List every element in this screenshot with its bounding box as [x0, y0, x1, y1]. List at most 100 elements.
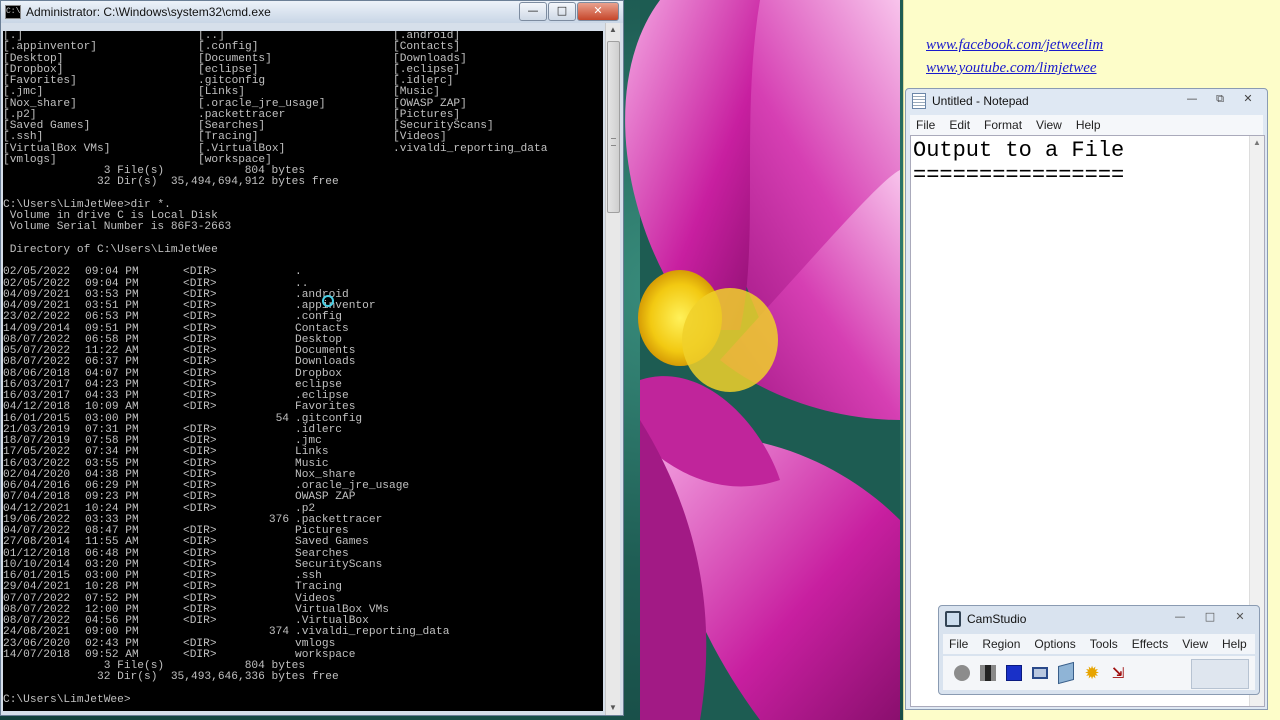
dir-entry-date: 27/08/2014 [3, 536, 71, 549]
scroll-down-arrow-icon[interactable]: ▼ [606, 701, 620, 715]
dir-entry-row: 02/05/2022 09:04 PM <DIR>. [3, 266, 603, 279]
cs-menu-options[interactable]: Options [1028, 637, 1083, 651]
dir-entry-name: Links [295, 446, 329, 459]
dir-entry-time: 10:28 PM [85, 581, 139, 594]
dir-entry-type: <DIR> [183, 581, 217, 594]
camstudio-minimize-button[interactable]: — [1169, 610, 1191, 624]
scroll-up-arrow-icon[interactable]: ▲ [606, 23, 620, 37]
console-output[interactable]: [.] [..] [.android] [.appinventor] [.config]… [3, 31, 603, 711]
dir-entry-date: 14/07/2018 [3, 648, 71, 661]
notepad-menubar: File Edit Format View Help [910, 115, 1263, 135]
minimize-button[interactable]: — [519, 2, 547, 21]
notepad-content[interactable]: Output to a File ================ [913, 138, 1124, 188]
camstudio-title: CamStudio [967, 612, 1027, 626]
camstudio-window[interactable]: CamStudio — □ ✕ File Region Options Tool… [938, 605, 1260, 695]
dir-entry-time: 09:23 PM [85, 491, 139, 504]
wide-listing-row: [.ssh] [Tracing] [Videos] [3, 131, 603, 144]
cs-menu-help[interactable]: Help [1216, 637, 1255, 651]
volume-info-line: Directory of C:\Users\LimJetWee [3, 243, 218, 256]
wide-listing-row: [.appinventor] [.config] [Contacts] [3, 41, 603, 53]
command-prompt: C:\Users\LimJetWee> [3, 693, 131, 706]
cs-menu-effects[interactable]: Effects [1126, 637, 1176, 651]
stop-icon[interactable] [1005, 664, 1023, 682]
cmd-titlebar[interactable]: C:\ Administrator: C:\Windows\system32\c… [1, 1, 623, 23]
scroll-thumb[interactable] [607, 41, 620, 213]
dir-entry-row: 29/04/2021 10:28 PM <DIR> Tracing [3, 581, 603, 594]
volume-info-line: Volume Serial Number is 86F3-2663 [3, 221, 232, 234]
dir-entry-type: <DIR> [183, 401, 217, 414]
menu-view[interactable]: View [1030, 118, 1070, 132]
notepad-scroll-up-icon[interactable]: ▲ [1250, 136, 1264, 150]
dir-entry-row: 27/08/2014 11:55 AM <DIR> Saved Games [3, 536, 603, 549]
mini-mode-icon[interactable]: ⇲ [1109, 664, 1127, 682]
wide-listing-row: [Desktop] [Documents] [Downloads] [3, 53, 603, 65]
record-icon[interactable] [953, 664, 971, 682]
dir-entry-size: 54 [275, 412, 290, 425]
menu-file[interactable]: File [910, 118, 943, 132]
camstudio-titlebar[interactable]: CamStudio — □ ✕ [939, 606, 1259, 632]
annotation-icon[interactable] [1057, 661, 1075, 685]
close-button[interactable]: ✕ [577, 2, 619, 21]
region-icon[interactable] [1031, 664, 1049, 682]
dir-entry-size: 374 [268, 626, 290, 639]
cs-menu-region[interactable]: Region [976, 637, 1028, 651]
pause-icon[interactable] [979, 664, 997, 682]
wide-listing-row: [VirtualBox VMs] [.VirtualBox] .vivaldi_re… [3, 142, 603, 155]
wide-listing-row: [Nox_share] [.oracle_jre_usage] [OWASP ZAP… [3, 98, 603, 110]
wide-listing-row: [Dropbox] [eclipse] [.eclipse] [3, 64, 603, 76]
menu-format[interactable]: Format [978, 118, 1030, 132]
dir-entry-type: <DIR> [183, 648, 217, 661]
dir-entry-time: 11:55 AM [85, 536, 139, 549]
maximize-button[interactable]: □ [548, 2, 576, 21]
camstudio-toolbar: ✹ ⇲ [943, 656, 1255, 690]
notepad-close-button[interactable]: ✕ [1237, 92, 1259, 106]
dir-entry-date: 23/02/2022 [3, 311, 71, 324]
wide-listing-cell: [Music] [393, 86, 440, 99]
wide-listing-row: [Favorites] .gitconfig [.idlerc] [3, 75, 603, 87]
summary-line: 32 Dir(s) 35,493,646,336 bytes free [3, 671, 339, 684]
dir-entry-date: 17/05/2022 [3, 446, 71, 459]
cmd-window[interactable]: C:\ Administrator: C:\Windows\system32\c… [0, 0, 624, 716]
dir-entry-time: 06:53 PM [85, 311, 139, 324]
notepad-minimize-button[interactable]: — [1181, 92, 1203, 106]
camstudio-close-button[interactable]: ✕ [1229, 610, 1251, 624]
notepad-title: Untitled - Notepad [932, 94, 1029, 108]
notepad-titlebar[interactable]: Untitled - Notepad — ⧉ ✕ [906, 89, 1267, 113]
wide-listing-cell: [Tracing] [198, 131, 259, 144]
cs-menu-file[interactable]: File [943, 637, 976, 651]
dir-entry-type: <DIR> [183, 536, 217, 549]
dir-entry-row: 17/05/2022 07:34 PM <DIR> Links [3, 446, 603, 459]
dir-entry-name: .config [295, 311, 342, 324]
dir-entry-type: <DIR> [183, 491, 217, 504]
dir-entry-name: OWASP ZAP [295, 491, 356, 504]
menu-help[interactable]: Help [1070, 118, 1109, 132]
dir-entry-type: <DIR> [183, 356, 217, 369]
facebook-link[interactable]: www.facebook.com/jetweelim [926, 37, 1280, 54]
dir-entry-type: <DIR> [183, 502, 217, 515]
cs-menu-view[interactable]: View [1176, 637, 1216, 651]
menu-edit[interactable]: Edit [943, 118, 978, 132]
mouse-cursor-highlight [322, 295, 334, 307]
dir-entry-date: 07/04/2018 [3, 491, 71, 504]
wide-listing-cell: [vmlogs] [3, 153, 57, 166]
cs-menu-tools[interactable]: Tools [1084, 637, 1126, 651]
dir-entry-name: workspace [295, 648, 356, 661]
camstudio-maximize-button[interactable]: □ [1199, 610, 1221, 624]
dir-entry-date: 29/04/2021 [3, 581, 71, 594]
dir-entry-date: 08/07/2022 [3, 356, 71, 369]
dir-entry-row: 23/02/2022 06:53 PM <DIR> .config [3, 311, 603, 324]
dir-entry-name: Favorites [295, 401, 356, 414]
dir-entry-name: Tracing [295, 581, 342, 594]
wide-listing-cell: .vivaldi_reporting_data [393, 142, 548, 155]
dir-entry-name: . [295, 266, 302, 279]
notepad-restore-button[interactable]: ⧉ [1209, 92, 1231, 106]
cmd-scrollbar[interactable]: ▲ ▼ [605, 23, 620, 715]
options-icon[interactable]: ✹ [1083, 664, 1101, 682]
dir-entry-size: 376 [268, 513, 290, 526]
dir-entry-type: <DIR> [183, 311, 217, 324]
dir-entry-row: 14/07/2018 09:52 AM <DIR> workspace [3, 648, 603, 661]
dir-entry-date: 04/12/2018 [3, 401, 71, 414]
dir-entry-time: 07:34 PM [85, 446, 139, 459]
youtube-link[interactable]: www.youtube.com/limjetwee [926, 60, 1280, 77]
dir-entry-row: 04/12/2018 10:09 AM <DIR> Favorites [3, 401, 603, 414]
